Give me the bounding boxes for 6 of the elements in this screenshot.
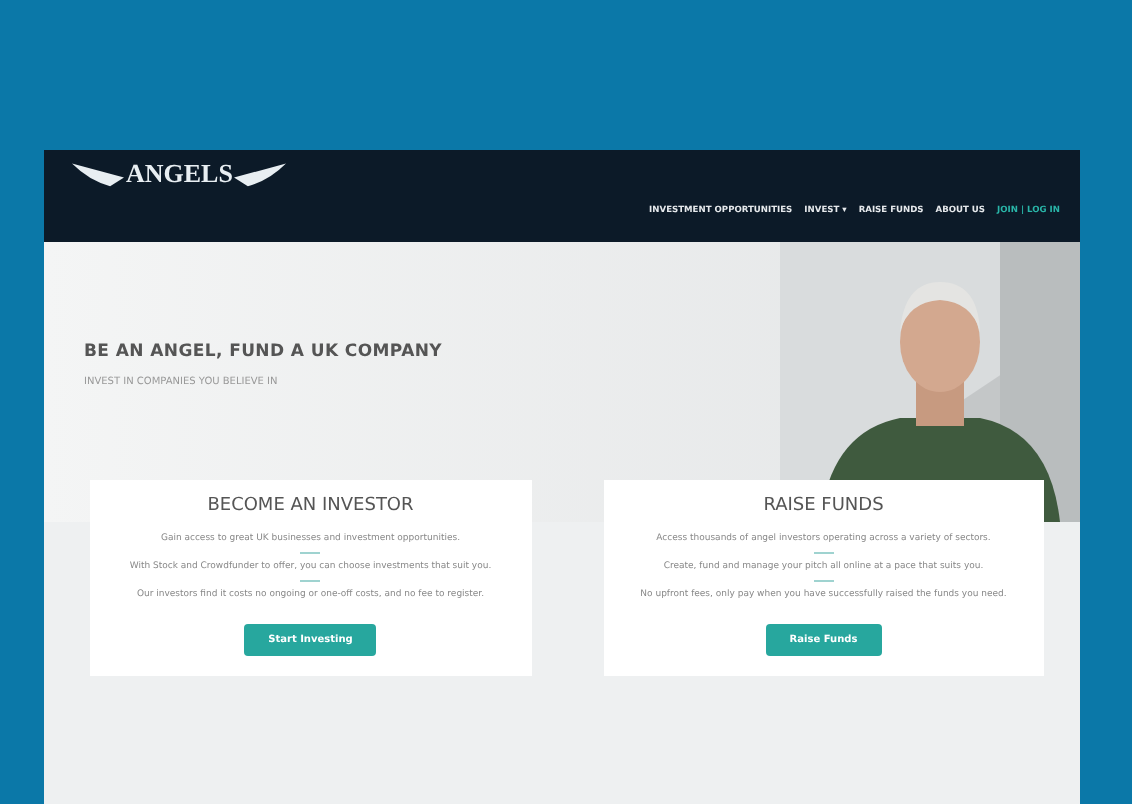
- wing-icon: [72, 160, 124, 188]
- hero-title: BE AN ANGEL, FUND A UK COMPANY: [84, 342, 443, 362]
- wing-icon: [234, 160, 287, 188]
- card-title: RAISE FUNDS: [761, 496, 886, 516]
- card-title: BECOME AN INVESTOR: [205, 496, 416, 516]
- logo-text[interactable]: ANGELS: [126, 158, 233, 190]
